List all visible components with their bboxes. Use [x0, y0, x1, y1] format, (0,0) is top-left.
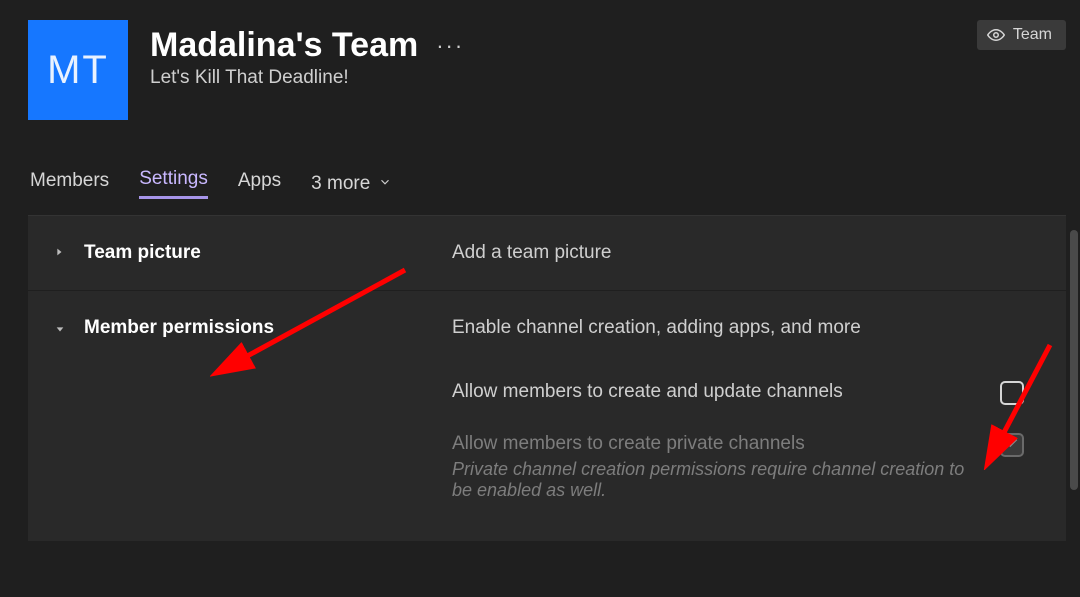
eye-icon	[987, 26, 1005, 44]
team-avatar-initials: MT	[47, 48, 109, 93]
permission-item: Allow members to create private channels…	[452, 419, 1030, 515]
section-member-permissions: Member permissions Enable channel creati…	[28, 291, 1066, 541]
tab-members[interactable]: Members	[30, 170, 109, 198]
permission-label: Allow members to create and update chann…	[452, 381, 980, 403]
section-team-picture-desc: Add a team picture	[452, 242, 1030, 264]
scrollbar[interactable]	[1070, 230, 1078, 490]
tab-more[interactable]: 3 more	[311, 173, 392, 195]
check-icon	[1005, 434, 1019, 456]
view-team-label: Team	[1013, 26, 1052, 44]
team-description: Let's Kill That Deadline!	[150, 67, 1050, 89]
tab-more-label: 3 more	[311, 173, 370, 195]
permission-checkbox-create-channels[interactable]	[1000, 381, 1024, 405]
section-member-permissions-desc: Enable channel creation, adding apps, an…	[452, 317, 1030, 339]
team-name: Madalina's Team	[150, 26, 418, 65]
permission-item: Allow members to create and update chann…	[452, 367, 1030, 419]
tab-apps[interactable]: Apps	[238, 170, 281, 198]
permission-label: Allow members to create private channels	[452, 433, 980, 455]
settings-panel: Team picture Add a team picture Member p…	[28, 215, 1066, 541]
permission-help-text: Private channel creation permissions req…	[452, 459, 972, 501]
chevron-down-icon	[378, 173, 392, 195]
view-team-button[interactable]: Team	[977, 20, 1066, 50]
more-options-button[interactable]: ···	[436, 33, 464, 59]
chevron-down-icon[interactable]	[54, 323, 70, 337]
section-team-picture-title: Team picture	[84, 242, 201, 264]
tab-bar: Members Settings Apps 3 more	[28, 168, 1080, 199]
permission-checkbox-private-channels	[1000, 433, 1024, 457]
team-avatar[interactable]: MT	[28, 20, 128, 120]
tab-settings[interactable]: Settings	[139, 168, 208, 199]
chevron-right-icon	[54, 246, 70, 261]
section-member-permissions-title: Member permissions	[84, 317, 274, 339]
section-team-picture[interactable]: Team picture Add a team picture	[28, 216, 1066, 291]
